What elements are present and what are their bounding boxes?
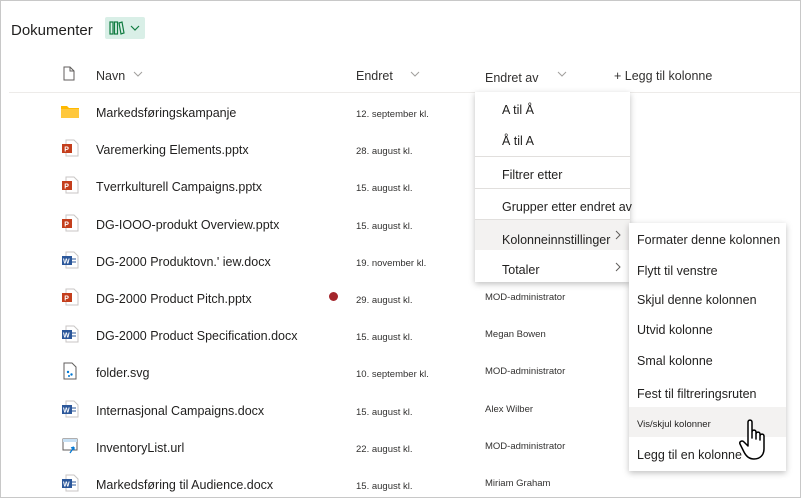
powerpoint-icon: P: [61, 214, 79, 237]
svg-text:P: P: [64, 147, 69, 154]
file-name-link[interactable]: DG-2000 Produktovn.' iew.docx: [96, 255, 271, 269]
file-modified-date: 28. august kl.: [356, 146, 413, 158]
word-icon: W: [61, 325, 79, 348]
menu-divider: [475, 156, 630, 157]
file-row[interactable]: Markedsføringskampanje 12. september kl.: [1, 93, 800, 130]
file-modified-by: Megan Bowen: [485, 329, 546, 341]
chevron-right-icon: [615, 262, 621, 272]
powerpoint-icon: P: [61, 176, 79, 199]
powerpoint-icon: P: [61, 288, 79, 311]
file-name-link[interactable]: InventoryList.url: [96, 441, 184, 455]
link-file-icon: [61, 437, 79, 460]
svg-text:P: P: [64, 296, 69, 303]
file-modified-by: Alex Wilber: [485, 403, 534, 415]
file-name-link[interactable]: Internasjonal Campaigns.docx: [96, 404, 264, 418]
file-name-link[interactable]: Markedsføring til Audience.docx: [96, 478, 273, 492]
file-modified-date: 19. november kl.: [356, 257, 427, 269]
file-modified-date: 22. august kl.: [356, 443, 413, 455]
submenu-item-show-hide[interactable]: Vis/skjul kolonner: [637, 419, 711, 430]
image-file-icon: [61, 362, 79, 385]
file-type-icon[interactable]: [63, 66, 75, 81]
file-name-link[interactable]: Varemerking Elements.pptx: [96, 143, 249, 157]
powerpoint-icon: P: [61, 139, 79, 162]
submenu-item-format[interactable]: Formater denne kolonnen: [637, 233, 780, 247]
submenu-item-wide[interactable]: Utvid kolonne: [637, 323, 713, 337]
svg-text:P: P: [64, 221, 69, 228]
submenu-item-move-left[interactable]: Flytt til venstre: [637, 264, 718, 278]
hand-cursor-icon: [739, 419, 765, 460]
svg-text:W: W: [63, 333, 70, 340]
file-name-link[interactable]: folder.svg: [96, 366, 150, 380]
file-row[interactable]: P Varemerking Elements.pptx 28. august kl.: [1, 130, 800, 167]
add-column-button[interactable]: + Legg til kolonne: [614, 69, 712, 83]
document-library: Dokumenter Navn Endret Endret av + Legg …: [0, 0, 801, 498]
library-title: Dokumenter: [11, 22, 93, 39]
file-modified-by: MOD-administrator: [485, 440, 566, 452]
menu-item-sort-desc[interactable]: Å til A: [502, 134, 534, 148]
file-modified-date: 15. august kl.: [356, 481, 413, 492]
word-icon: W: [61, 400, 79, 423]
chevron-down-icon[interactable]: [557, 71, 567, 77]
chevron-right-icon: [615, 230, 621, 240]
file-name-link[interactable]: DG-IOOO-produkt Overview.pptx: [96, 218, 279, 232]
submenu-item-add-column[interactable]: Legg til en kolonne: [637, 448, 742, 462]
library-view-icon: [109, 21, 140, 35]
file-name-link[interactable]: Markedsføringskampanje: [96, 106, 236, 120]
file-modified-date: 12. september kl.: [356, 109, 429, 120]
submenu-item-pin-filter[interactable]: Fest til filtreringsruten: [637, 387, 756, 401]
chevron-down-icon[interactable]: [133, 71, 143, 77]
file-modified-date: 15. august kl.: [356, 220, 413, 232]
word-icon: W: [61, 474, 79, 497]
menu-item-group-by[interactable]: Grupper etter endret av: [502, 200, 632, 214]
file-modified-date: 10. september kl.: [356, 369, 429, 381]
svg-text:W: W: [63, 407, 70, 414]
file-name-link[interactable]: DG-2000 Product Pitch.pptx: [96, 292, 252, 306]
file-modified-date: 29. august kl.: [356, 295, 413, 306]
file-modified-by: MOD-administrator: [485, 292, 566, 303]
view-switcher-button[interactable]: [105, 17, 145, 39]
file-modified-date: 15. august kl.: [356, 332, 413, 344]
word-icon: W: [61, 251, 79, 274]
column-header-modified[interactable]: Endret: [356, 69, 393, 83]
menu-item-sort-asc[interactable]: A til Å: [502, 103, 534, 117]
column-menu: A til Å Å til A Filtrer etter Grupper et…: [475, 92, 632, 282]
attention-badge-icon: [329, 292, 338, 301]
submenu-item-hide[interactable]: Skjul denne kolonnen: [637, 293, 757, 307]
menu-item-column-settings[interactable]: Kolonneinnstillinger: [502, 233, 610, 247]
chevron-down-icon[interactable]: [410, 71, 420, 77]
file-modified-date: 15. august kl.: [356, 183, 413, 195]
file-row[interactable]: P Tverrkulturell Campaigns.pptx 15. august…: [1, 167, 800, 204]
svg-text:W: W: [63, 258, 70, 265]
svg-text:W: W: [63, 482, 70, 489]
svg-text:P: P: [64, 184, 69, 191]
folder-icon: [61, 104, 79, 123]
file-name-link[interactable]: DG-2000 Product Specification.docx: [96, 329, 298, 343]
file-modified-by: MOD-administrator: [485, 366, 566, 378]
menu-item-filter[interactable]: Filtrer etter: [502, 168, 562, 182]
file-name-link[interactable]: Tverrkulturell Campaigns.pptx: [96, 180, 262, 194]
submenu-item-narrow[interactable]: Smal kolonne: [637, 354, 713, 368]
column-header-modified-by[interactable]: Endret av: [485, 71, 539, 85]
file-modified-date: 15. august kl.: [356, 406, 413, 418]
menu-divider: [475, 188, 630, 189]
file-modified-by: Miriam Graham: [485, 478, 551, 489]
menu-item-totals[interactable]: Totaler: [502, 263, 540, 277]
column-header-name[interactable]: Navn: [96, 69, 125, 83]
